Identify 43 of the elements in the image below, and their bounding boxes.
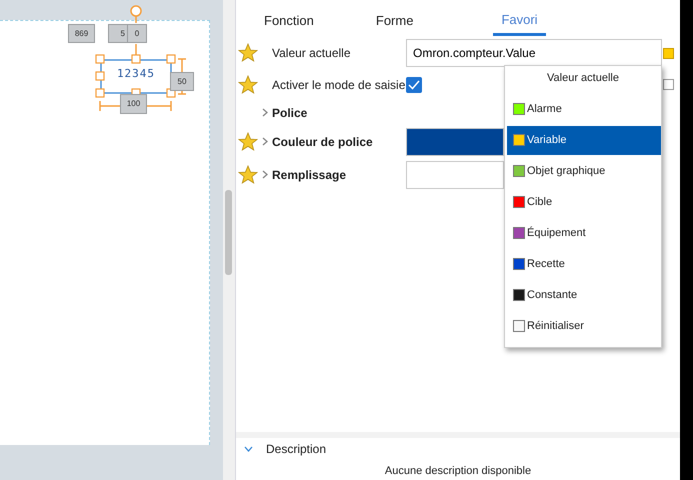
- tab[interactable]: Favori: [493, 6, 546, 36]
- property-label: Activer le mode de saisie: [272, 76, 406, 94]
- height-label: 50: [170, 72, 194, 91]
- rotation-label: 0: [127, 24, 147, 43]
- binding-indicator[interactable]: [663, 79, 674, 90]
- star-icon[interactable]: [238, 132, 258, 152]
- star-icon[interactable]: [238, 74, 258, 94]
- property-label: Valeur actuelle: [272, 45, 352, 62]
- star-icon[interactable]: [238, 43, 258, 63]
- menu-item[interactable]: Variable: [507, 126, 661, 154]
- y-position-label: 5: [108, 24, 128, 43]
- menu-item[interactable]: Équipement: [507, 218, 661, 248]
- selected-widget-frame[interactable]: [100, 59, 172, 94]
- binding-indicator[interactable]: [663, 48, 674, 58]
- rotation-handle[interactable]: [130, 5, 142, 23]
- description-text: Aucune description disponible: [384, 464, 532, 479]
- description-title: Description: [266, 441, 326, 458]
- menu-item[interactable]: Recette: [507, 250, 661, 278]
- collapse-chevron-icon[interactable]: [244, 446, 253, 452]
- tab[interactable]: Fonction: [256, 6, 322, 36]
- menu-item[interactable]: Cible: [507, 188, 661, 216]
- resize-handle[interactable]: [131, 54, 141, 64]
- color-field[interactable]: [406, 128, 504, 156]
- menu-item[interactable]: Constante: [507, 280, 661, 310]
- resize-handle[interactable]: [166, 54, 176, 64]
- menu-item[interactable]: Réinitialiser: [507, 312, 661, 340]
- rotation-connector-line: [135, 44, 137, 55]
- menu-item[interactable]: Objet graphique: [507, 156, 661, 186]
- checkbox[interactable]: [406, 76, 422, 92]
- property-label: Couleur de police: [272, 134, 374, 151]
- menu-title: Valeur actuelle: [546, 71, 620, 86]
- tab[interactable]: Forme: [368, 6, 422, 36]
- width-label: 100: [120, 94, 147, 114]
- scrollbar-thumb[interactable]: [225, 190, 232, 275]
- star-icon[interactable]: [238, 165, 258, 185]
- widget-value-text: 12345: [116, 66, 156, 82]
- color-field[interactable]: [406, 161, 504, 189]
- menu-item[interactable]: Alarme: [507, 94, 661, 124]
- value-input-field[interactable]: Omron.compteur.Value: [406, 39, 662, 67]
- property-label: Police: [272, 104, 308, 122]
- property-label: Remplissage: [272, 167, 348, 184]
- height-dimension-line: [178, 58, 186, 95]
- x-position-label: 869: [68, 24, 95, 43]
